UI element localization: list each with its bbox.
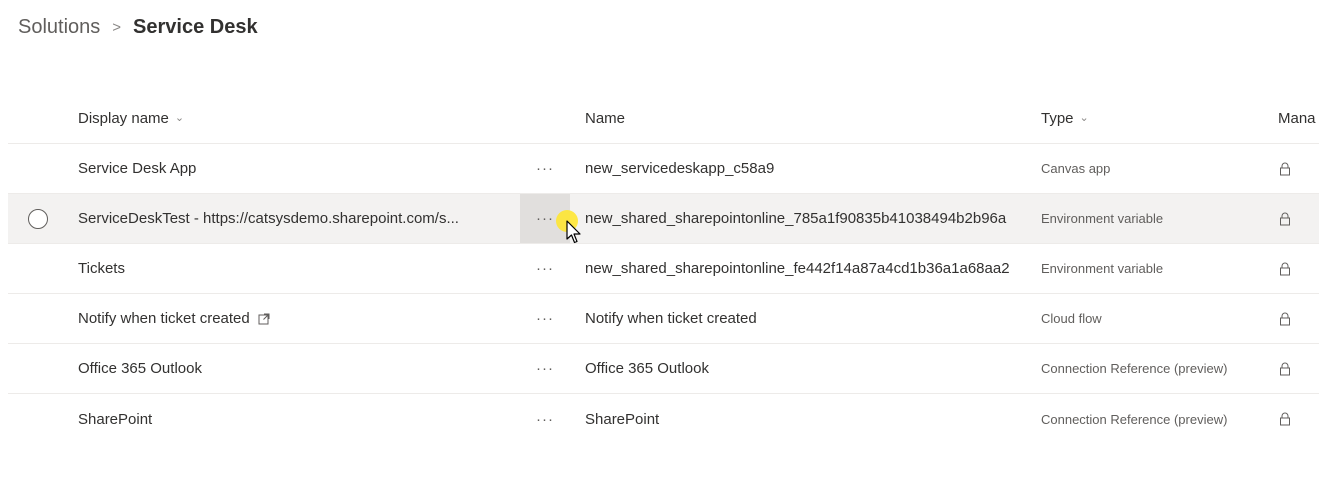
name-cell: SharePoint xyxy=(585,410,660,428)
radio-circle-icon[interactable] xyxy=(28,208,48,229)
breadcrumb-current: Service Desk xyxy=(133,16,258,38)
managed-cell xyxy=(1266,144,1319,193)
type-cell: Connection Reference (preview) xyxy=(1041,361,1228,376)
managed-cell xyxy=(1266,294,1319,343)
column-header-type[interactable]: Type ⌄ xyxy=(1041,94,1256,143)
type-cell: Canvas app xyxy=(1041,161,1111,176)
name-cell: new_servicedeskapp_c58a9 xyxy=(585,160,775,177)
column-header-display-name-label: Display name xyxy=(78,110,169,127)
solution-components-page: Solutions > Service Desk Display name ⌄ … xyxy=(0,0,1319,479)
display-name-cell[interactable]: Service Desk App xyxy=(78,144,518,193)
chevron-down-icon: ⌄ xyxy=(1079,112,1089,124)
lock-icon xyxy=(1280,362,1290,375)
managed-cell xyxy=(1266,344,1319,393)
name-cell: Notify when ticket created xyxy=(585,310,757,327)
breadcrumb-solutions-link[interactable]: Solutions xyxy=(18,16,100,39)
display-name-cell[interactable]: ServiceDeskTest - https://catsysdemo.sha… xyxy=(78,194,518,243)
lock-icon xyxy=(1280,162,1290,175)
table-row[interactable]: Tickets ··· new_shared_sharepointonline_… xyxy=(8,244,1319,294)
column-header-type-label: Type xyxy=(1041,110,1074,127)
components-grid: Display name ⌄ Name Type ⌄ Mana Service … xyxy=(8,94,1319,444)
lock-icon xyxy=(1280,412,1290,426)
name-cell: new_shared_sharepointonline_785a1f90835b… xyxy=(585,210,1007,227)
table-row[interactable]: Service Desk App ··· new_servicedeskapp_… xyxy=(8,144,1319,194)
row-select-cell[interactable] xyxy=(8,394,68,444)
column-header-name[interactable]: Name xyxy=(585,94,1035,143)
row-select-cell[interactable] xyxy=(8,194,68,243)
column-header-display-name[interactable]: Display name ⌄ xyxy=(78,94,518,143)
grid-header-row: Display name ⌄ Name Type ⌄ Mana xyxy=(8,94,1319,144)
type-cell: Environment variable xyxy=(1041,211,1164,226)
managed-cell xyxy=(1266,244,1319,293)
type-cell: Environment variable xyxy=(1041,261,1164,276)
name-cell: Office 365 Outlook xyxy=(585,360,709,377)
chevron-down-icon: ⌄ xyxy=(174,112,185,124)
lock-icon xyxy=(1280,212,1290,225)
display-name-cell[interactable]: Tickets xyxy=(78,244,518,293)
managed-cell xyxy=(1266,194,1319,243)
row-select-cell[interactable] xyxy=(8,294,68,343)
managed-cell xyxy=(1266,394,1319,444)
more-options-button[interactable]: ··· xyxy=(520,244,570,293)
name-cell: new_shared_sharepointonline_fe442f14a87a… xyxy=(585,260,1010,277)
breadcrumb-separator: > xyxy=(112,19,122,36)
more-options-button[interactable]: ··· xyxy=(520,394,570,444)
more-options-button[interactable]: ··· xyxy=(520,294,570,343)
table-row[interactable]: ServiceDeskTest - https://catsysdemo.sha… xyxy=(8,194,1319,244)
display-name-cell[interactable]: Notify when ticket created xyxy=(78,294,518,343)
display-name-cell[interactable]: SharePoint xyxy=(78,394,518,444)
row-select-cell[interactable] xyxy=(8,244,68,293)
open-external-icon[interactable] xyxy=(258,313,270,325)
table-row[interactable]: Notify when ticket created ··· Notify wh… xyxy=(8,294,1319,344)
type-cell: Connection Reference (preview) xyxy=(1041,411,1228,427)
display-name-cell[interactable]: Office 365 Outlook xyxy=(78,344,518,393)
column-header-name-label: Name xyxy=(585,110,626,127)
table-row[interactable]: SharePoint ··· SharePoint Connection Ref… xyxy=(8,394,1319,444)
lock-icon xyxy=(1280,312,1290,325)
lock-icon xyxy=(1280,262,1290,275)
row-select-cell[interactable] xyxy=(8,144,68,193)
type-cell: Cloud flow xyxy=(1041,311,1102,326)
mouse-pointer-icon xyxy=(566,220,581,244)
more-options-button[interactable]: ··· xyxy=(520,144,570,193)
column-header-managed[interactable]: Mana xyxy=(1266,94,1319,143)
display-name-label[interactable]: Notify when ticket created xyxy=(78,310,250,327)
more-options-button[interactable]: ··· xyxy=(520,344,570,393)
table-row[interactable]: Office 365 Outlook ··· Office 365 Outloo… xyxy=(8,344,1319,394)
row-select-cell[interactable] xyxy=(8,344,68,393)
column-header-managed-label: Mana xyxy=(1278,110,1316,127)
breadcrumb: Solutions > Service Desk xyxy=(18,16,258,39)
